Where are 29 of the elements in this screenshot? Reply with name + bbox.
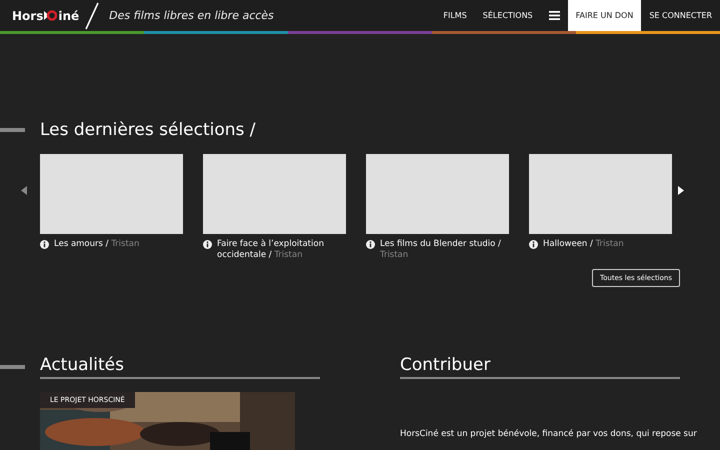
section-title: Actualités <box>40 355 320 379</box>
info-icon <box>529 240 538 249</box>
next-arrow-icon <box>678 186 684 195</box>
selection-caption[interactable]: Halloween / Tristan <box>543 239 672 250</box>
nav-link[interactable]: FILMS <box>435 0 475 31</box>
section-marker <box>0 128 25 132</box>
logo-text[interactable]: iné <box>58 8 80 22</box>
section-title: Contribuer <box>400 355 680 379</box>
selection-caption[interactable]: Les films du Blender studio / Tristan <box>380 239 509 261</box>
logo-text[interactable]: Hors <box>12 8 44 22</box>
section-title: Les dernières sélections / <box>40 120 256 140</box>
selection-caption[interactable]: Les amours / Tristan <box>54 239 183 250</box>
info-icon <box>203 240 212 249</box>
thumbnail-placeholder[interactable] <box>529 154 672 234</box>
info-icon <box>40 240 49 249</box>
info-icon <box>366 240 375 249</box>
nav-link[interactable]: FAIRE UN DON <box>568 0 642 31</box>
menu-icon[interactable] <box>548 11 560 20</box>
thumbnail-placeholder[interactable] <box>40 154 183 234</box>
thumbnail-placeholder[interactable] <box>203 154 346 234</box>
selection-caption[interactable]: Faire face à l’exploitation occidentale / Tristan <box>217 239 346 261</box>
nav-link[interactable]: SE CONNECTER <box>641 0 720 31</box>
section-marker <box>0 365 25 369</box>
contribute-text: HorsCiné est un projet bénévole, financé par vos dons, qui repose sur <box>400 429 697 440</box>
slash-divider <box>85 2 100 30</box>
tagline: Des films libres en libre accès <box>109 9 274 22</box>
previous-arrow-icon <box>21 186 27 195</box>
thumbnail-placeholder[interactable] <box>366 154 509 234</box>
nav-link[interactable]: SÉLECTIONS <box>474 0 541 31</box>
